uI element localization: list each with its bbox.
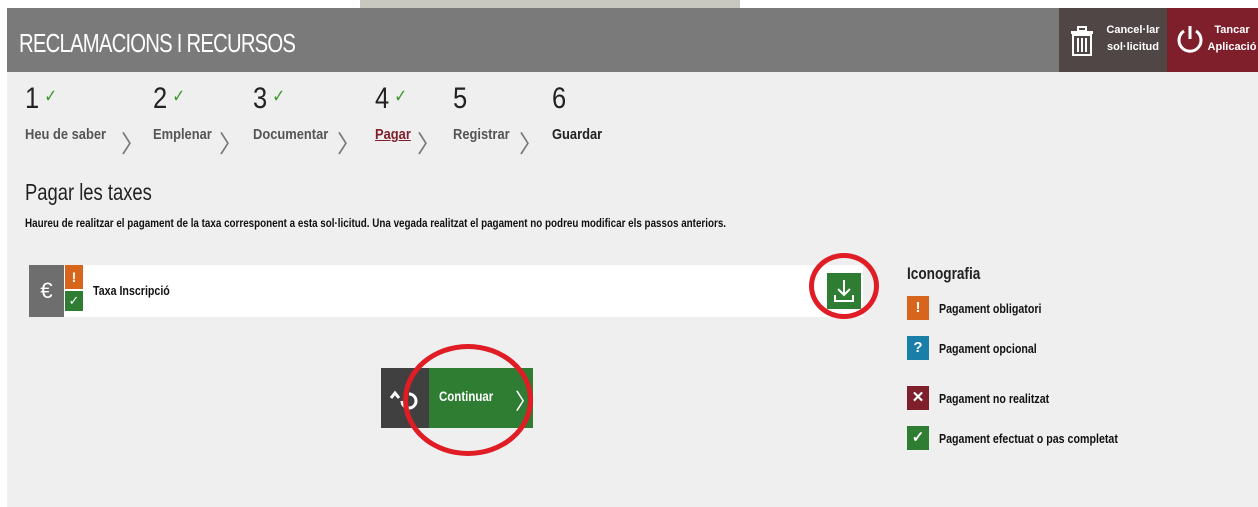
app-header: RECLAMACIONS I RECURSOS Cancel·lar sol·l… [7,8,1258,72]
cancel-label-line2: sol·licitud [1107,41,1159,53]
iconography-title: Iconografia [907,264,981,283]
section-description: Haureu de realitzar el pagament de la ta… [25,216,727,230]
trash-icon [1071,26,1093,56]
step-4: 4 ✓ Pagar 〉 [375,82,441,158]
legend-item-not-done: ✕ Pagament no realitzat [907,386,1227,410]
cancel-request-label: Cancel·lar sol·licitud [1103,22,1163,56]
chevron-right-icon: 〉 [519,131,543,158]
legend-label: Pagament opcional [939,341,1037,356]
step-number: 1 [25,82,40,115]
question-icon: ? [907,336,929,360]
step-number: 5 [453,82,468,115]
cancel-request-button[interactable]: Cancel·lar sol·licitud [1059,8,1167,72]
chevron-right-icon: 〉 [417,131,441,158]
obligatory-payment-icon: ! [65,265,83,289]
euro-icon: € [29,265,64,317]
legend-item-obligatory: ! Pagament obligatori [907,296,1227,320]
legend-label: Pagament no realitzat [939,391,1050,406]
legend-item-optional: ? Pagament opcional [907,336,1227,360]
fee-name: Taxa Inscripció [93,283,170,298]
step-5: 5 Registrar 〉 [453,82,543,158]
close-label-line1: Tancar [1214,24,1250,36]
check-icon: ✓ [394,86,408,106]
payment-done-icon: ✓ [65,291,83,311]
page: RECLAMACIONS I RECURSOS Cancel·lar sol·l… [0,0,1258,507]
chevron-right-icon: 〉 [219,131,243,158]
app-title: RECLAMACIONS I RECURSOS [19,28,296,58]
step-number: 2 [153,82,168,115]
legend-label: Pagament efectuat o pas completat [939,431,1118,446]
exclamation-icon: ! [907,296,929,320]
step-number: 4 [375,82,390,115]
step-2: 2 ✓ Emplenar 〉 [153,82,243,158]
page-title: Pagar les taxes [25,179,152,205]
step-label-guardar: Guardar [552,126,603,143]
check-icon: ✓ [172,86,186,106]
chevron-right-icon: 〉 [337,131,361,158]
legend-item-done: ✓ Pagament efectuat o pas completat [907,426,1227,450]
banner-image-strip [360,0,740,8]
step-label-pagar[interactable]: Pagar [375,126,411,143]
step-label-documentar[interactable]: Documentar [253,126,328,143]
close-app-label: Tancar Aplicació [1207,22,1257,56]
step-number: 3 [253,82,268,115]
main-content: 1 ✓ Heu de saber 〉 2 ✓ Emplenar 〉 3 ✓ Docum… [7,72,1258,507]
step-6: 6 Guardar [552,82,602,152]
step-1: 1 ✓ Heu de saber 〉 [25,82,145,158]
close-label-line2: Aplicació [1207,41,1257,53]
close-app-button[interactable]: Tancar Aplicació [1167,8,1258,72]
cancel-label-line1: Cancel·lar [1106,24,1160,36]
cross-icon: ✕ [907,386,929,410]
step-label-heu-de-saber[interactable]: Heu de saber [25,126,106,143]
step-3: 3 ✓ Documentar 〉 [253,82,361,158]
iconography-legend: Iconografia ! Pagament obligatori ? Paga… [907,264,1118,450]
fee-row: € ! ✓ Taxa Inscripció [29,253,879,319]
power-icon [1177,26,1203,53]
chevron-right-icon: 〉 [121,131,145,158]
check-icon: ✓ [44,86,58,106]
step-number: 6 [552,82,567,115]
step-label-emplenar[interactable]: Emplenar [153,126,212,143]
check-icon: ✓ [272,86,286,106]
highlight-circle-continue [403,344,533,456]
check-icon: ✓ [907,426,929,450]
highlight-circle-download [809,253,879,319]
step-label-registrar[interactable]: Registrar [453,126,510,143]
legend-label: Pagament obligatori [939,301,1042,316]
